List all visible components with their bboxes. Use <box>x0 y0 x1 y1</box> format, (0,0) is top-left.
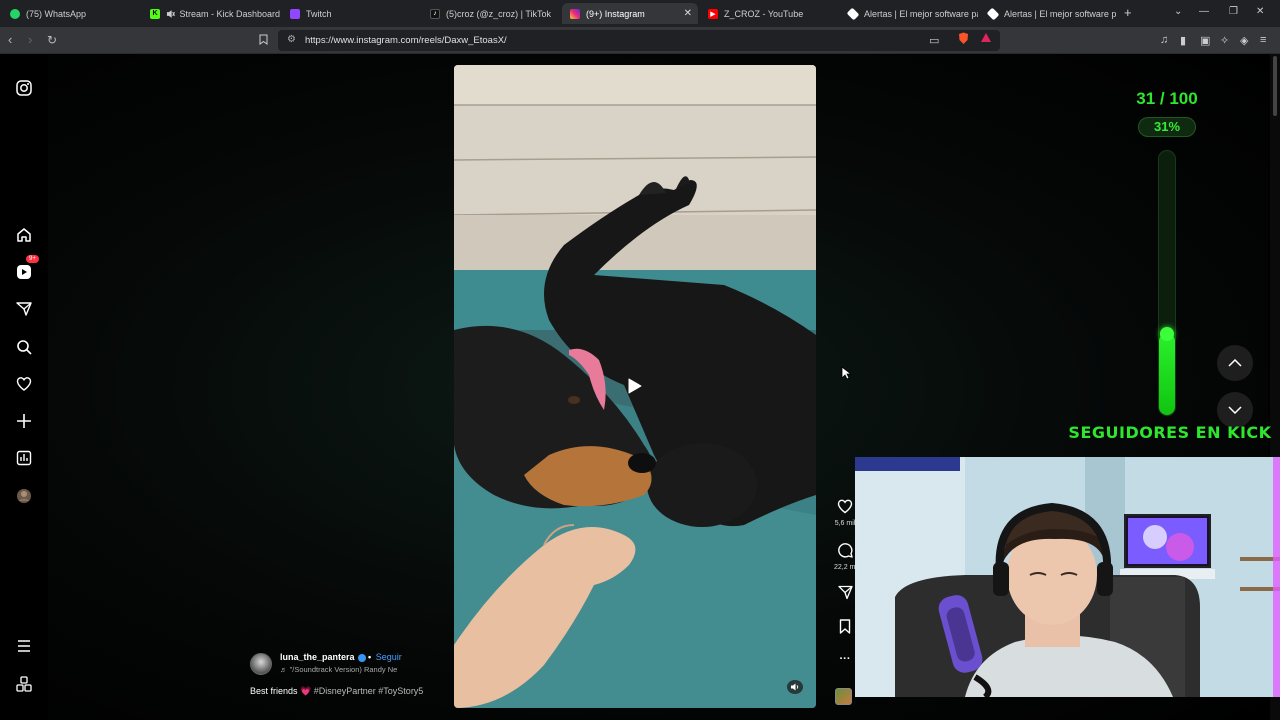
caption-heart-emoji: 💗 <box>300 686 312 696</box>
share-button[interactable] <box>834 585 856 605</box>
previous-reel-button[interactable] <box>1217 345 1253 381</box>
vpn-icon[interactable]: ◈ <box>1240 34 1248 47</box>
follower-goal-bar <box>1158 150 1176 416</box>
caption-body: Best friends <box>250 686 298 696</box>
follower-goal-label: SEGUIDORES EN KICK <box>1068 423 1272 442</box>
scrollbar-thumb[interactable] <box>1273 56 1277 116</box>
instagram-icon <box>570 8 580 19</box>
author-avatar[interactable] <box>250 653 272 675</box>
dashboard-icon[interactable] <box>14 448 34 468</box>
original-audio-thumbnail[interactable] <box>835 688 852 705</box>
notification-badge: 9+ <box>26 255 39 263</box>
whatsapp-icon <box>10 8 20 19</box>
muted-speaker-icon <box>166 9 175 18</box>
youtube-icon: ▶ <box>708 8 718 19</box>
tab-alertas-1[interactable]: Alertas | El mejor software pa <box>840 3 978 24</box>
search-icon[interactable] <box>14 337 34 357</box>
tab-label: Alertas | El mejor software pa <box>864 8 978 19</box>
more-menu-icon[interactable] <box>14 636 34 656</box>
caption-hashtags[interactable]: #DisneyPartner #ToyStory5 <box>311 686 424 696</box>
instagram-logo-icon[interactable] <box>14 78 34 98</box>
restore-icon[interactable]: ❐ <box>1229 6 1238 17</box>
new-tab-button[interactable]: + <box>1124 5 1132 20</box>
chevron-up-icon <box>1228 359 1242 367</box>
close-tab-icon[interactable]: ✕ <box>684 8 692 19</box>
comment-button[interactable]: 22,2 mil <box>834 542 859 571</box>
bookmark-icon <box>839 619 851 634</box>
caption-text: Best friends 💗 #DisneyPartner #ToyStory5 <box>250 686 423 697</box>
home-icon[interactable] <box>14 225 34 245</box>
tab-twitch[interactable]: Twitch <box>282 3 420 24</box>
tab-label: (5)croz (@z_croz) | TikTok <box>446 8 551 19</box>
follower-goal-count: 31 / 100 <box>1136 89 1198 108</box>
webcam-feed <box>855 457 1280 697</box>
share-icon <box>837 585 853 600</box>
brave-shield-icon[interactable] <box>958 32 969 48</box>
more-options-icon[interactable]: ··· <box>834 653 856 665</box>
tab-label: (75) WhatsApp <box>26 8 87 19</box>
tab-label: Twitch <box>306 8 332 19</box>
tab-list-chevron-icon[interactable]: ⌄ <box>1174 6 1182 17</box>
wallet-icon[interactable]: ▣ <box>1200 34 1210 47</box>
brave-rewards-icon[interactable] <box>980 32 992 46</box>
notifications-heart-icon[interactable] <box>14 374 34 394</box>
tab-whatsapp[interactable]: (75) WhatsApp <box>2 3 140 24</box>
browser-tab-bar: (75) WhatsApp K Stream - Kick Dashboard … <box>0 0 1280 27</box>
comment-count: 22,2 mil <box>834 564 859 571</box>
reload-icon[interactable]: ↻ <box>47 33 57 47</box>
messages-icon[interactable] <box>14 299 34 319</box>
author-username[interactable]: luna_the_pantera <box>280 652 355 662</box>
site-info-icon[interactable]: ⚙ <box>287 34 296 45</box>
browser-toolbar: ‹ › ↻ ⚙ https://www.instagram.com/reels/… <box>0 27 1280 54</box>
chevron-down-icon <box>1228 406 1242 414</box>
cast-icon[interactable]: ▭ <box>929 34 939 47</box>
tab-label: Alertas | El mejor software pa <box>1004 8 1116 19</box>
address-bar[interactable]: ⚙ https://www.instagram.com/reels/Daxw_E… <box>278 30 1000 51</box>
tab-youtube[interactable]: ▶ Z_CROZ - YouTube <box>700 3 838 24</box>
bookmark-icon[interactable] <box>259 34 268 48</box>
like-count: 5,6 mil <box>834 520 856 527</box>
url-text[interactable]: https://www.instagram.com/reels/Daxw_Eto… <box>305 35 507 46</box>
create-plus-icon[interactable] <box>14 411 34 431</box>
follower-goal-percent: 31% <box>1138 117 1196 137</box>
forward-icon[interactable]: › <box>28 33 32 47</box>
tiktok-icon: ♪ <box>430 8 440 19</box>
tab-label: Stream - Kick Dashboard <box>179 8 280 19</box>
reels-icon[interactable] <box>14 262 34 282</box>
alertas-icon <box>846 7 860 20</box>
kick-icon: K <box>150 8 160 19</box>
streamer-webcam <box>855 457 1280 697</box>
minimize-icon[interactable]: — <box>1199 6 1209 17</box>
back-icon[interactable]: ‹ <box>8 33 12 47</box>
tab-label: (9+) Instagram <box>586 8 645 19</box>
heart-icon <box>837 499 853 514</box>
audio-track[interactable]: ♬ "/Soundtrack Version) Randy Ne <box>280 665 420 674</box>
verified-badge-icon <box>357 653 366 662</box>
leo-ai-icon[interactable]: ✧ <box>1220 34 1229 47</box>
music-icon[interactable]: ♫ <box>1160 34 1168 46</box>
window-close-icon[interactable]: ✕ <box>1256 6 1264 17</box>
author-line: luna_the_pantera • Seguir <box>280 652 402 662</box>
play-icon[interactable] <box>628 378 642 399</box>
tab-kick-dashboard[interactable]: K Stream - Kick Dashboard <box>142 3 280 24</box>
tab-tiktok[interactable]: ♪ (5)croz (@z_croz) | TikTok <box>422 3 560 24</box>
tab-alertas-2[interactable]: Alertas | El mejor software pa <box>980 3 1116 24</box>
follower-goal-fill <box>1159 332 1175 415</box>
comment-icon <box>838 543 853 558</box>
speaker-icon[interactable] <box>787 680 803 694</box>
like-button[interactable]: 5,6 mil <box>834 499 856 527</box>
threads-apps-icon[interactable] <box>14 674 34 694</box>
mouse-cursor-icon <box>841 366 853 385</box>
alertas-icon <box>986 7 1000 20</box>
twitch-icon <box>290 8 300 19</box>
tab-label: Z_CROZ - YouTube <box>724 8 804 19</box>
save-button[interactable] <box>834 619 856 639</box>
profile-avatar[interactable] <box>14 486 34 506</box>
follow-button[interactable]: Seguir <box>376 652 402 662</box>
sidebar-icon[interactable]: ▮ <box>1180 34 1186 47</box>
tab-instagram[interactable]: (9+) Instagram ✕ <box>562 3 698 24</box>
separator-dot: • <box>368 652 372 662</box>
menu-icon[interactable]: ≡ <box>1260 34 1266 46</box>
follower-goal-marker <box>1160 326 1174 341</box>
